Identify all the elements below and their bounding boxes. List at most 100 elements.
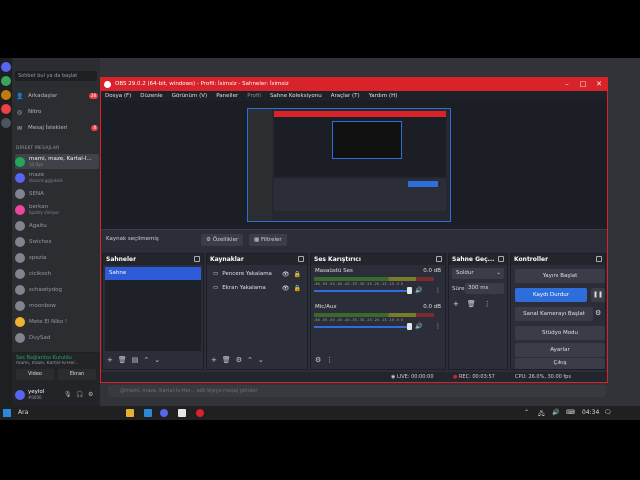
source-item[interactable]: ▭ Ekran Yakalama 👁 🔒 — [209, 281, 305, 295]
menu-item[interactable]: Yardım (H) — [369, 91, 398, 101]
studio-mode-button[interactable]: Stüdyo Modu — [515, 326, 605, 340]
minimize-icon[interactable]: – — [559, 78, 575, 91]
undock-icon[interactable] — [436, 256, 442, 262]
slider-handle[interactable] — [407, 323, 412, 330]
lock-icon[interactable]: 🔒 — [294, 285, 301, 292]
dm-list-item[interactable]: moonbow — [15, 298, 99, 313]
move-up-icon[interactable]: ⌃ — [247, 356, 253, 364]
exit-button[interactable]: Çıkış — [515, 358, 605, 369]
undock-icon[interactable] — [498, 256, 504, 262]
close-icon[interactable]: ✕ — [591, 78, 607, 91]
browser-icon[interactable] — [144, 409, 152, 417]
discord-icon[interactable] — [160, 409, 168, 417]
obs-icon[interactable] — [196, 409, 204, 417]
pause-icon[interactable]: ❚❚ — [591, 288, 605, 302]
notifications-icon[interactable]: 🗨 — [604, 409, 612, 416]
stop-recording-button[interactable]: Kaydı Durdur — [515, 288, 587, 302]
trash-icon[interactable]: 🗑 — [467, 300, 476, 308]
volume-icon[interactable]: 🔊 — [552, 409, 559, 416]
menu-item[interactable]: Paneller — [216, 91, 238, 101]
speaker-icon[interactable]: 🔊 — [415, 287, 422, 294]
duration-input[interactable]: 300 ms — [465, 283, 504, 294]
nav-friends[interactable]: 👤 Arkadaşlar 28 — [16, 90, 98, 102]
message-input[interactable]: @mami, maze, Kartal-İv-Her... adlı kişiy… — [108, 385, 606, 397]
menu-item[interactable]: Görünüm (V) — [172, 91, 208, 101]
slider-handle[interactable] — [407, 287, 412, 294]
windows-start-icon[interactable] — [3, 409, 11, 417]
undock-icon[interactable] — [298, 256, 304, 262]
more-icon[interactable]: ⋮ — [484, 300, 491, 308]
screen-share-button[interactable]: Ekran — [58, 369, 96, 380]
avatar[interactable] — [15, 390, 25, 400]
menu-item[interactable]: Profil — [247, 91, 261, 101]
volume-slider[interactable] — [314, 290, 410, 292]
move-up-icon[interactable]: ⌃ — [143, 356, 149, 364]
lock-icon[interactable]: 🔒 — [294, 271, 301, 278]
nav-nitro[interactable]: ◎ Nitro — [16, 106, 98, 118]
video-button[interactable]: Video — [16, 369, 54, 380]
trash-icon[interactable]: 🗑 — [118, 356, 127, 364]
menu-item[interactable]: Sahne Koleksiyonu — [270, 91, 322, 101]
folder-icon[interactable] — [126, 409, 134, 417]
menu-item[interactable]: Düzenle — [140, 91, 162, 101]
add-icon[interactable]: + — [107, 356, 113, 364]
undock-icon[interactable] — [194, 256, 200, 262]
dm-list-item[interactable]: berkan Spotify dinliyor — [15, 202, 99, 217]
filters-button[interactable]: ▦ Filtreler — [249, 234, 287, 246]
network-icon[interactable]: 🖧 — [538, 409, 545, 419]
volume-slider[interactable] — [314, 326, 410, 328]
speaker-icon[interactable]: 🔊 — [415, 323, 422, 330]
gear-icon[interactable]: ⚙ — [88, 391, 93, 398]
dm-list-item[interactable]: mami, maze, Kartal-İ... 10 Üye — [15, 154, 99, 169]
filter-icon[interactable]: ▤ — [132, 356, 139, 364]
dm-list-item[interactable]: spezia — [15, 250, 99, 265]
source-item[interactable]: ▭ Pencere Yakalama 👁 🔒 — [209, 267, 305, 281]
gear-icon[interactable]: ⚙ — [236, 356, 242, 364]
dm-list-item[interactable]: DuySad — [15, 330, 99, 345]
microphone-icon[interactable]: 🎙 — [64, 391, 72, 398]
more-icon[interactable]: ⋮ — [435, 323, 441, 330]
dm-list-item[interactable]: Mete El Niko ! — [15, 314, 99, 329]
start-streaming-button[interactable]: Yayını Başlat — [515, 269, 605, 283]
add-icon[interactable]: + — [211, 356, 217, 364]
home-server-icon[interactable] — [1, 62, 11, 72]
server-icon[interactable] — [1, 104, 11, 114]
settings-button[interactable]: Ayarlar — [515, 343, 605, 357]
add-icon[interactable]: + — [453, 300, 459, 308]
dm-list-item[interactable]: SENA — [15, 186, 99, 201]
eye-icon[interactable]: 👁 — [282, 285, 290, 292]
server-icon[interactable] — [1, 118, 11, 128]
transition-select[interactable]: Soldur ⌄ — [452, 268, 504, 279]
mixer-settings-icon[interactable]: ⚙ — [315, 356, 321, 364]
headphones-icon[interactable]: 🎧 — [76, 391, 83, 398]
server-icon[interactable] — [1, 90, 11, 100]
dm-list-item[interactable]: Agaitu — [15, 218, 99, 233]
dm-list-item[interactable]: Swichex — [15, 234, 99, 249]
dm-list-item[interactable]: schawtydog — [15, 282, 99, 297]
canvas-preview[interactable] — [247, 108, 451, 222]
dm-search-input[interactable]: Sohbet bul ya da başlat — [15, 71, 97, 81]
server-icon[interactable] — [1, 76, 11, 86]
more-icon[interactable]: ⋮ — [435, 287, 441, 294]
dm-list-item[interactable]: maze discord.gg/jakeik — [15, 170, 99, 185]
dm-list-item[interactable]: ciciksoh — [15, 266, 99, 281]
move-down-icon[interactable]: ⌄ — [154, 356, 160, 364]
app-icon[interactable] — [178, 409, 186, 417]
clock[interactable]: 04:34 — [582, 409, 599, 416]
chevron-up-icon[interactable]: ⌃ — [524, 409, 529, 416]
gear-icon[interactable]: ⚙ — [595, 309, 601, 317]
eye-icon[interactable]: 👁 — [282, 271, 290, 278]
menu-item[interactable]: Araçlar (T) — [331, 91, 360, 101]
language-icon[interactable]: ⌨ — [566, 409, 575, 416]
move-down-icon[interactable]: ⌄ — [258, 356, 264, 364]
trash-icon[interactable]: 🗑 — [222, 356, 231, 364]
properties-button[interactable]: ⚙ Özellikler — [201, 234, 244, 246]
menu-item[interactable]: Dosya (F) — [105, 91, 131, 101]
start-virtual-camera-button[interactable]: Sanal Kamerayı Başlat — [515, 307, 593, 321]
undock-icon[interactable] — [596, 256, 602, 262]
nav-message-requests[interactable]: ✉ Mesaj İstekleri 8 — [16, 122, 98, 134]
taskbar-search[interactable]: Ara — [18, 409, 28, 416]
more-icon[interactable]: ⋮ — [326, 356, 333, 364]
maximize-icon[interactable]: □ — [575, 78, 591, 91]
scene-item[interactable]: Sahne — [105, 267, 201, 280]
